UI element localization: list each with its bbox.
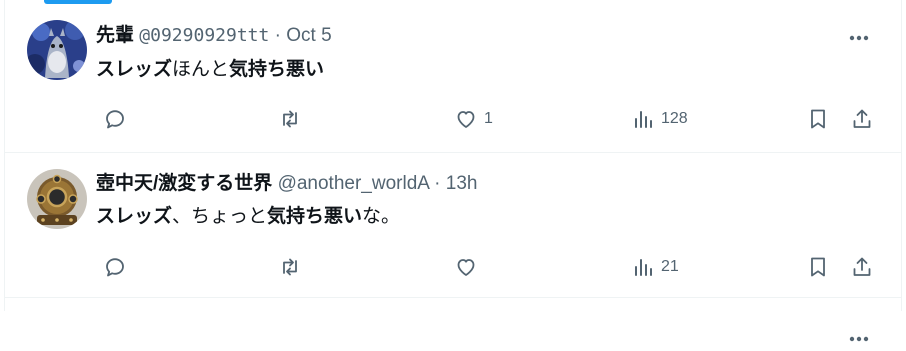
more-options-icon[interactable] xyxy=(847,26,871,50)
timestamp[interactable]: 13h xyxy=(446,173,478,194)
views-button[interactable]: 128 xyxy=(631,104,688,134)
tweet-header: 先輩 @09290929ttt · Oct 5 xyxy=(96,24,332,48)
bookmark-button[interactable] xyxy=(806,252,830,282)
heart-icon xyxy=(457,111,475,128)
separator: · xyxy=(434,173,441,194)
reply-button[interactable] xyxy=(103,252,133,282)
bar-chart-icon xyxy=(635,259,652,276)
text-segment: 気持ち悪い xyxy=(229,59,325,80)
reply-button[interactable] xyxy=(103,104,133,134)
view-count: 128 xyxy=(661,110,688,127)
retweet-icon xyxy=(283,110,297,128)
text-segment: スレッズ xyxy=(96,206,173,227)
display-name[interactable]: 壺中天/激変する世界 xyxy=(96,173,272,194)
user-avatar-totoro-icon xyxy=(27,20,87,80)
timestamp[interactable]: Oct 5 xyxy=(286,25,331,46)
text-segment: スレッズ xyxy=(96,59,173,80)
view-count: 21 xyxy=(661,258,679,275)
tweet-actions: 1 128 xyxy=(0,104,906,134)
separator: · xyxy=(274,25,281,46)
share-icon xyxy=(853,257,871,276)
bookmark-icon xyxy=(811,257,825,277)
text-segment: な。 xyxy=(362,206,401,227)
text-segment: ほんと xyxy=(172,59,230,80)
views-button[interactable]: 21 xyxy=(631,252,679,282)
like-button[interactable]: 1 xyxy=(454,104,493,134)
retweet-button[interactable] xyxy=(278,104,308,134)
bookmark-icon xyxy=(811,109,825,129)
tweet-header: 壺中天/激変する世界 @another_worldA · 13h xyxy=(96,172,477,196)
more-options-icon[interactable] xyxy=(847,327,871,351)
text-segment: 気持ち悪い xyxy=(267,206,363,227)
share-button[interactable] xyxy=(850,252,874,282)
reply-icon xyxy=(106,258,124,277)
avatar[interactable] xyxy=(27,169,87,229)
like-button[interactable] xyxy=(454,252,484,282)
tweet-text: スレッズほんと気持ち悪い xyxy=(96,57,324,83)
tweet-text: スレッズ、ちょっと気持ち悪いな。 xyxy=(96,204,400,230)
text-segment: 、ちょっと xyxy=(172,206,268,227)
reply-icon xyxy=(106,110,124,129)
bookmark-button[interactable] xyxy=(806,104,830,134)
user-handle[interactable]: @another_worldA xyxy=(278,173,429,194)
avatar[interactable] xyxy=(27,20,87,80)
display-name[interactable]: 先輩 xyxy=(96,25,134,46)
like-count: 1 xyxy=(484,110,493,127)
tweet-actions: 21 xyxy=(0,252,906,282)
share-icon xyxy=(853,109,871,128)
user-avatar-diving-helmet-icon xyxy=(27,169,87,229)
retweet-button[interactable] xyxy=(278,252,308,282)
user-handle[interactable]: @09290929ttt xyxy=(139,25,269,46)
share-button[interactable] xyxy=(850,104,874,134)
heart-icon xyxy=(457,259,475,276)
bar-chart-icon xyxy=(635,111,652,128)
retweet-icon xyxy=(283,258,297,276)
